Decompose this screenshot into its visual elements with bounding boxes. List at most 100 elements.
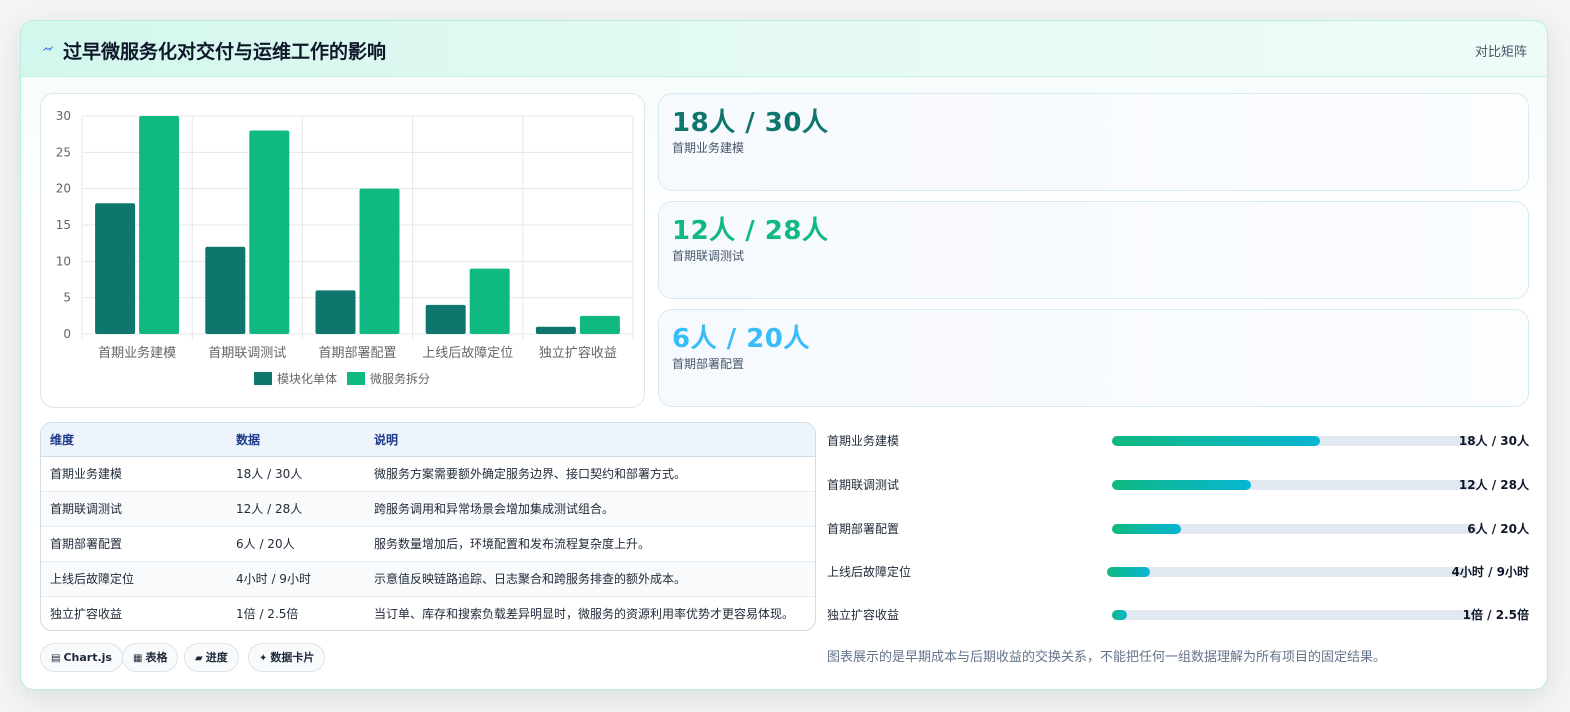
x-tick-label: 上线后故障定位 bbox=[422, 346, 513, 361]
progress-fill bbox=[1112, 480, 1251, 490]
table-cell: 示意值反映链路追踪、日志聚合和跨服务排查的额外成本。 bbox=[365, 560, 815, 596]
stat-card: 18人 / 30人 首期业务建模 bbox=[658, 93, 1529, 191]
sparkle-icon: ✦ bbox=[259, 653, 268, 664]
bar bbox=[535, 326, 576, 334]
y-tick-label: 15 bbox=[56, 218, 71, 232]
column-header: 说明 bbox=[365, 423, 815, 457]
table-cell: 微服务方案需要额外确定服务边界、接口契约和部署方式。 bbox=[374, 467, 687, 481]
lightning-icon bbox=[42, 46, 54, 51]
bar bbox=[425, 304, 466, 334]
progress-fill bbox=[1112, 610, 1127, 620]
y-tick-label: 20 bbox=[56, 182, 71, 196]
bar-chart: 0 5 10 15 20 25 30 首期业务建模 首期联调测试 首期部署配置 上线后故障定位 独立扩… bbox=[56, 109, 634, 386]
table-icon: ▦ bbox=[133, 653, 143, 664]
y-tick-label: 10 bbox=[56, 254, 71, 268]
tag-chartjs[interactable]: ▤ Chart.js bbox=[40, 643, 123, 672]
table-cell: 当订单、库存和搜索负载差异明显时，微服务的资源利用率优势才更容易体现。 bbox=[365, 595, 815, 630]
bar bbox=[359, 188, 400, 334]
progress-value: 1倍 / 2.5倍 bbox=[1462, 608, 1529, 622]
progress-label: 独立扩容收益 bbox=[827, 608, 900, 622]
table-cell: 18人 / 30人 bbox=[236, 467, 303, 481]
bar bbox=[469, 268, 510, 334]
table-cell: 首期联调测试 bbox=[41, 490, 227, 526]
progress-value: 4小时 / 9小时 bbox=[1451, 565, 1529, 579]
progress-track bbox=[1112, 610, 1477, 620]
progress-row: 首期业务建模 18人 / 30人 bbox=[827, 430, 1529, 450]
table-cell: 首期部署配置 bbox=[41, 525, 227, 561]
stat-label: 首期联调测试 bbox=[672, 249, 745, 263]
view-mode-label[interactable]: 对比矩阵 bbox=[1475, 41, 1527, 60]
stat-card: 6人 / 20人 首期部署配置 bbox=[658, 309, 1529, 407]
y-tick-label: 25 bbox=[56, 145, 71, 159]
stat-label: 首期部署配置 bbox=[672, 357, 745, 371]
bar bbox=[315, 290, 356, 334]
table-cell: 4小时 / 9小时 bbox=[227, 560, 365, 596]
progress-track bbox=[1112, 480, 1477, 490]
progress-value: 18人 / 30人 bbox=[1458, 434, 1529, 448]
progress-value: 12人 / 28人 bbox=[1458, 478, 1529, 492]
stat-card: 12人 / 28人 首期联调测试 bbox=[658, 201, 1529, 299]
tag-progress[interactable]: ▰ 进度 bbox=[184, 643, 239, 672]
tag-label: 数据卡片 bbox=[270, 651, 315, 664]
tag-label: 表格 bbox=[145, 651, 168, 664]
bar bbox=[95, 203, 136, 334]
stat-value: 12人 / 28人 bbox=[672, 216, 829, 246]
table-header-row: 维度 数据 说明 bbox=[41, 423, 815, 457]
x-tick-label: 首期部署配置 bbox=[318, 346, 396, 361]
progress-row: 独立扩容收益 1倍 / 2.5倍 bbox=[827, 604, 1529, 624]
progress-track bbox=[1112, 524, 1477, 534]
table-row: 首期联调测试 12人 / 28人 跨服务调用和异常场景会增加集成测试组合。 bbox=[41, 490, 815, 526]
y-tick-label: 30 bbox=[56, 109, 71, 123]
tag-table[interactable]: ▦ 表格 bbox=[122, 643, 179, 672]
bar bbox=[579, 315, 620, 334]
legend-swatch bbox=[254, 372, 272, 385]
table-cell: 首期业务建模 bbox=[50, 467, 123, 481]
table-cell: 6人 / 20人 bbox=[227, 525, 365, 561]
progress-fill bbox=[1112, 436, 1321, 446]
table-cell: 独立扩容收益 bbox=[41, 595, 227, 630]
y-tick-label: 0 bbox=[63, 327, 71, 341]
table-row: 首期部署配置 6人 / 20人 服务数量增加后，环境配置和发布流程复杂度上升。 bbox=[41, 525, 815, 561]
tag-data-card[interactable]: ✦ 数据卡片 bbox=[248, 643, 326, 672]
progress-track bbox=[1107, 567, 1469, 577]
progress-label: 首期部署配置 bbox=[827, 522, 900, 536]
progress-row: 首期联调测试 12人 / 28人 bbox=[827, 474, 1529, 494]
x-tick-label: 首期业务建模 bbox=[98, 345, 176, 361]
progress-track bbox=[1112, 436, 1477, 446]
chart-icon: ▤ bbox=[51, 653, 61, 664]
table-cell: 服务数量增加后，环境配置和发布流程复杂度上升。 bbox=[365, 525, 815, 561]
legend-label: 模块化单体 bbox=[277, 372, 337, 386]
column-header: 数据 bbox=[227, 423, 365, 457]
card-header: 过早微服务化对交付与运维工作的影响 对比矩阵 bbox=[21, 21, 1547, 77]
progress-fill bbox=[1112, 524, 1182, 534]
column-header: 维度 bbox=[41, 423, 227, 457]
table-row: 独立扩容收益 1倍 / 2.5倍 当订单、库存和搜索负载差异明显时，微服务的资源… bbox=[41, 595, 815, 630]
page-title: 过早微服务化对交付与运维工作的影响 bbox=[63, 41, 387, 63]
progress-fill bbox=[1107, 567, 1151, 577]
table-row: 上线后故障定位 4小时 / 9小时 示意值反映链路追踪、日志聚合和跨服务排查的额… bbox=[41, 560, 815, 596]
progress-label: 首期联调测试 bbox=[827, 478, 900, 492]
data-table: 维度 数据 说明 首期业务建模 18人 / 30人 微服务方案需要额外确定服务边… bbox=[40, 422, 816, 631]
table-row: 首期业务建模 18人 / 30人 微服务方案需要额外确定服务边界、接口契约和部署… bbox=[41, 456, 815, 491]
stat-value: 6人 / 20人 bbox=[672, 324, 810, 354]
table-cell: 上线后故障定位 bbox=[41, 560, 227, 596]
y-tick-label: 5 bbox=[63, 291, 71, 305]
table-cell: 12人 / 28人 bbox=[227, 490, 365, 526]
stat-label: 首期业务建模 bbox=[672, 141, 745, 155]
x-tick-label: 首期联调测试 bbox=[208, 346, 286, 361]
matrix-card: 过早微服务化对交付与运维工作的影响 对比矩阵 0 5 10 15 20 25 30 首期业务建… bbox=[20, 20, 1548, 690]
stat-value: 18人 / 30人 bbox=[672, 108, 829, 138]
tag-label: 进度 bbox=[205, 651, 228, 664]
footnote: 图表展示的是早期成本与后期收益的交换关系，不能把任何一组数据理解为所有项目的固定… bbox=[827, 650, 1387, 665]
legend-swatch bbox=[347, 372, 365, 385]
progress-value: 6人 / 20人 bbox=[1467, 522, 1529, 536]
bar bbox=[139, 116, 180, 334]
x-tick-label: 独立扩容收益 bbox=[539, 345, 617, 361]
bar bbox=[205, 246, 246, 334]
table-cell: 跨服务调用和异常场景会增加集成测试组合。 bbox=[365, 490, 815, 526]
tag-label: Chart.js bbox=[63, 651, 112, 664]
bar bbox=[249, 130, 290, 334]
progress-icon: ▰ bbox=[195, 653, 203, 664]
progress-label: 首期业务建模 bbox=[827, 434, 900, 448]
table-cell: 1倍 / 2.5倍 bbox=[227, 595, 365, 630]
